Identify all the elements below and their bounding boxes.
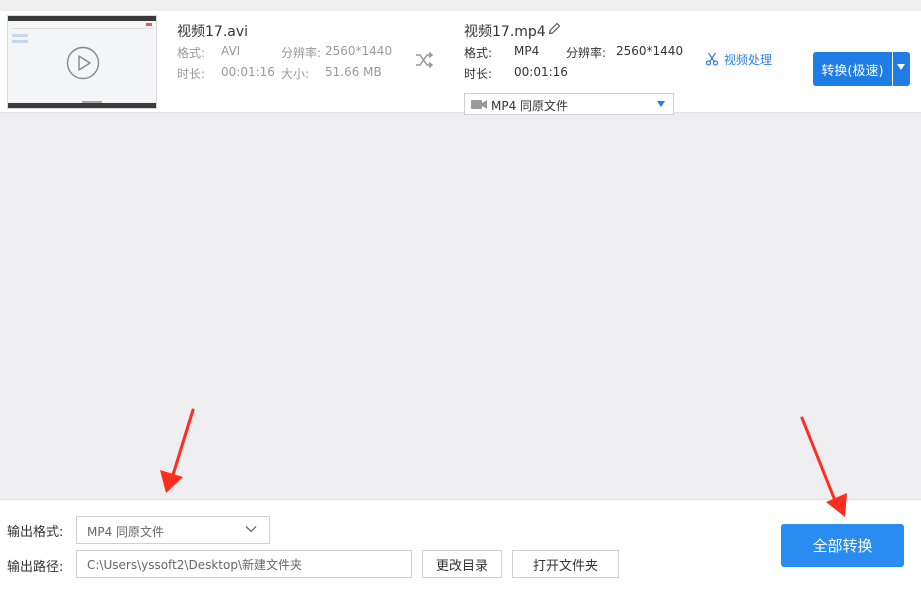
source-size-label: 大小: bbox=[281, 67, 310, 81]
source-resolution-value: 2560*1440 bbox=[325, 44, 393, 58]
play-circle-icon[interactable] bbox=[66, 46, 100, 80]
output-format-select-value: MP4 同原文件 bbox=[491, 99, 569, 113]
output-format-select[interactable]: MP4 同原文件 bbox=[464, 93, 674, 115]
source-filename: 视频17.avi bbox=[177, 24, 249, 40]
caret-down-icon bbox=[897, 64, 905, 70]
source-resolution-label: 分辨率: bbox=[281, 46, 322, 60]
output-format-dropdown-value: MP4 同原文件 bbox=[87, 525, 165, 539]
bottom-bar: 输出格式: MP4 同原文件 输出路径: 更改目录 打开文件夹 全部转换 bbox=[0, 499, 921, 590]
annotation-arrow-left bbox=[160, 408, 195, 493]
shuffle-icon bbox=[416, 51, 434, 69]
output-resolution-label: 分辨率: bbox=[566, 46, 607, 60]
output-resolution-value: 2560*1440 bbox=[616, 44, 684, 58]
source-size-value: 51.66 MB bbox=[325, 65, 382, 79]
source-format-label: 格式: bbox=[177, 46, 206, 60]
output-path-input[interactable] bbox=[76, 550, 412, 578]
source-duration-label: 时长: bbox=[177, 67, 206, 81]
convert-all-button[interactable]: 全部转换 bbox=[781, 524, 904, 567]
change-directory-button[interactable]: 更改目录 bbox=[422, 550, 502, 578]
caret-down-icon bbox=[657, 101, 665, 107]
source-format-value: AVI bbox=[221, 44, 241, 58]
scissors-icon bbox=[705, 52, 719, 66]
video-process-label: 视频处理 bbox=[724, 52, 773, 67]
output-duration-label: 时长: bbox=[464, 67, 493, 81]
source-duration-value: 00:01:16 bbox=[221, 65, 275, 79]
output-format-dropdown[interactable]: MP4 同原文件 bbox=[76, 516, 270, 544]
pencil-icon[interactable] bbox=[548, 22, 561, 35]
output-format-label: 格式: bbox=[464, 46, 493, 60]
file-row: 视频17.avi 格式: AVI 分辨率: 2560*1440 时长: 00:0… bbox=[0, 11, 921, 115]
video-process-button[interactable]: 视频处理 bbox=[705, 50, 772, 68]
chevron-down-icon bbox=[245, 526, 257, 533]
output-path-label: 输出路径: bbox=[7, 560, 64, 575]
open-folder-button[interactable]: 打开文件夹 bbox=[512, 550, 619, 578]
output-format-value: MP4 bbox=[514, 44, 540, 58]
video-thumbnail[interactable] bbox=[7, 15, 157, 109]
output-format-label: 输出格式: bbox=[7, 525, 64, 540]
video-camera-icon bbox=[471, 100, 487, 109]
output-filename: 视频17.mp4 bbox=[464, 24, 546, 40]
output-duration-value: 00:01:16 bbox=[514, 65, 568, 79]
convert-fast-button[interactable]: 转换(极速) bbox=[813, 52, 892, 86]
convert-dropdown-button[interactable] bbox=[893, 52, 910, 86]
